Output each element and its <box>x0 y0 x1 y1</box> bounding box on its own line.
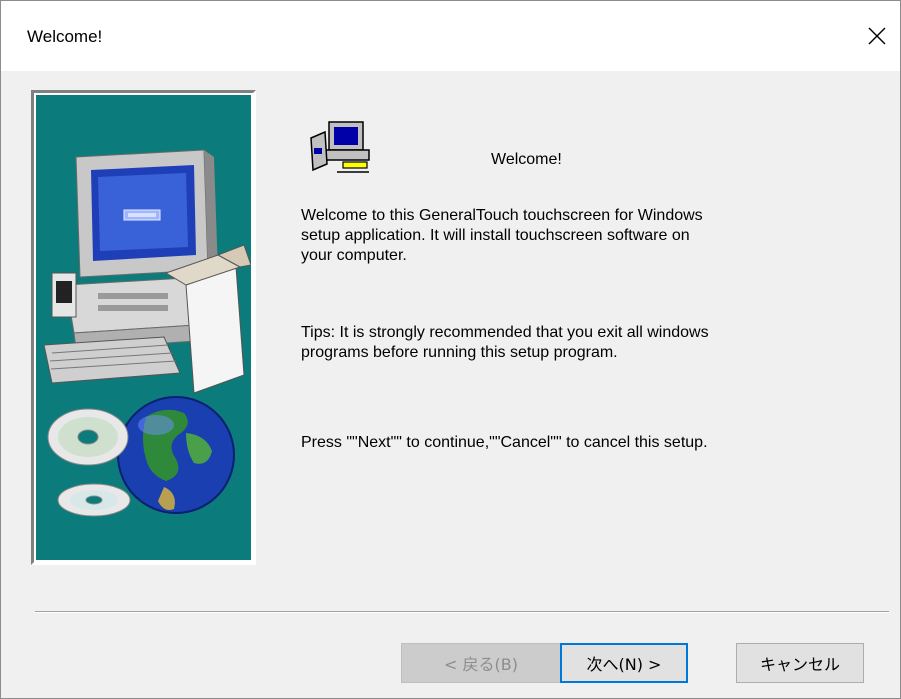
setup-computer-icon <box>307 118 373 183</box>
computer-globe-cd-illustration <box>36 95 251 560</box>
side-illustration-panel <box>31 90 256 565</box>
close-icon <box>868 27 886 45</box>
tips-paragraph: Tips: It is strongly recommended that yo… <box>301 324 709 361</box>
button-separator <box>35 611 889 613</box>
instructions-paragraph: Press ""Next"" to continue,""Cancel"" to… <box>301 434 708 451</box>
next-button[interactable]: 次へ(N) > <box>560 643 688 683</box>
intro-paragraph: Welcome to this GeneralTouch touchscreen… <box>301 207 703 264</box>
window-title: Welcome! <box>27 27 103 46</box>
setup-dialog: Welcome! Welcome! Welcome to this Genera… <box>0 0 901 699</box>
title-bar: Welcome! <box>1 1 900 71</box>
back-button[interactable]: < 戻る(B) <box>401 643 561 683</box>
cancel-button[interactable]: キャンセル <box>736 643 864 683</box>
welcome-heading: Welcome! <box>491 151 562 168</box>
close-button[interactable] <box>854 1 900 71</box>
